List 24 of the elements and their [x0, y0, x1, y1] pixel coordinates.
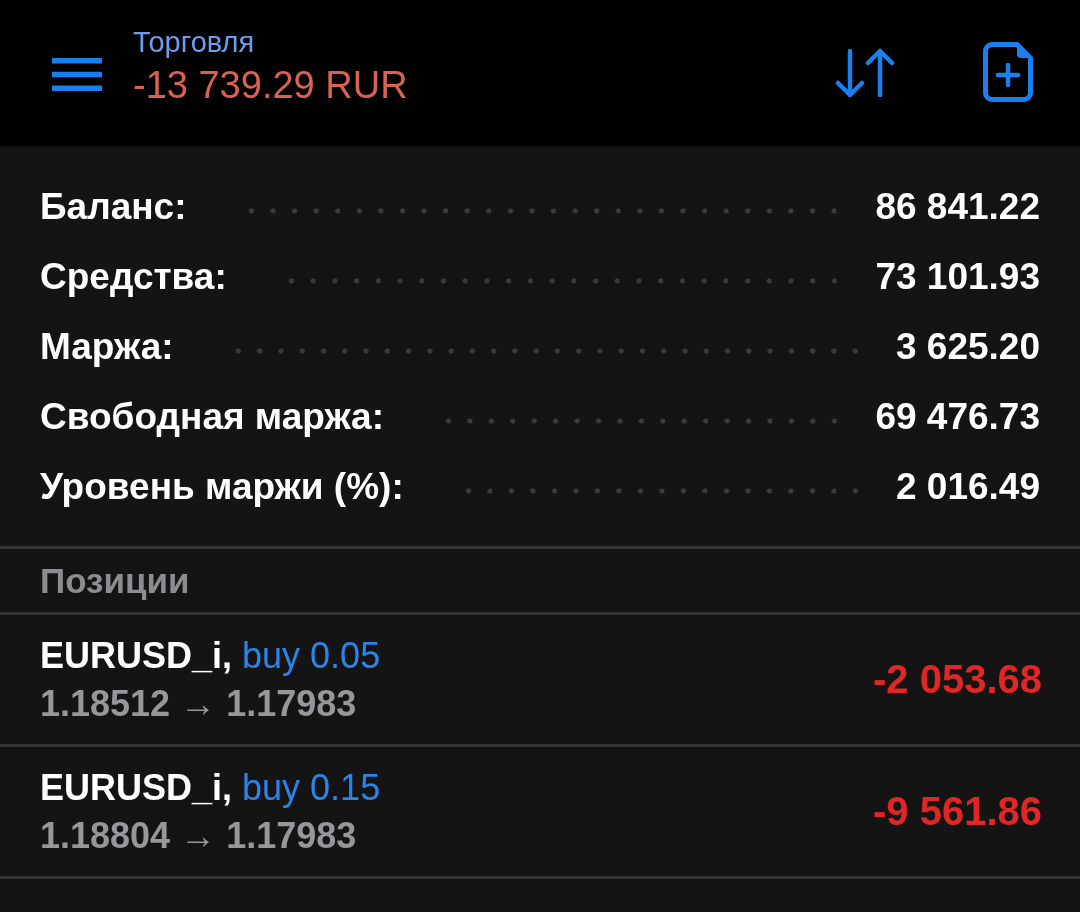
summary-label: Маржа:	[40, 326, 174, 368]
summary-label: Уровень маржи (%):	[40, 466, 404, 508]
floating-profit: -13 739.29 RUR	[133, 63, 408, 108]
summary-label: Баланс:	[40, 186, 187, 228]
position-order: buy 0.15	[242, 765, 381, 810]
position-symbol: EURUSD_i,	[40, 633, 233, 678]
summary-value: 2 016.49	[895, 466, 1040, 508]
position-prices: 1.18804 → 1.17983	[40, 813, 358, 858]
summary-label: Свободная маржа:	[40, 396, 384, 438]
screen-title: Торговля	[133, 25, 256, 60]
section-heading: Позиции	[0, 549, 1080, 615]
position-prices: 1.18512 → 1.17983	[40, 681, 358, 726]
position-symbol: EURUSD_i,	[40, 765, 233, 810]
summary-value: 86 841.22	[875, 186, 1040, 228]
position-order: buy 0.05	[242, 633, 381, 678]
menu-icon[interactable]	[52, 57, 102, 91]
position-profit: -2 053.68	[872, 657, 1042, 702]
summary-label: Средства:	[40, 256, 227, 298]
new-document-icon[interactable]	[983, 42, 1033, 102]
summary-value: 69 476.73	[875, 396, 1040, 438]
summary-value: 73 101.93	[875, 256, 1040, 298]
summary-value: 3 625.20	[895, 326, 1040, 368]
position-profit: -9 561.86	[872, 789, 1042, 834]
sort-arrows-icon[interactable]	[835, 48, 895, 98]
